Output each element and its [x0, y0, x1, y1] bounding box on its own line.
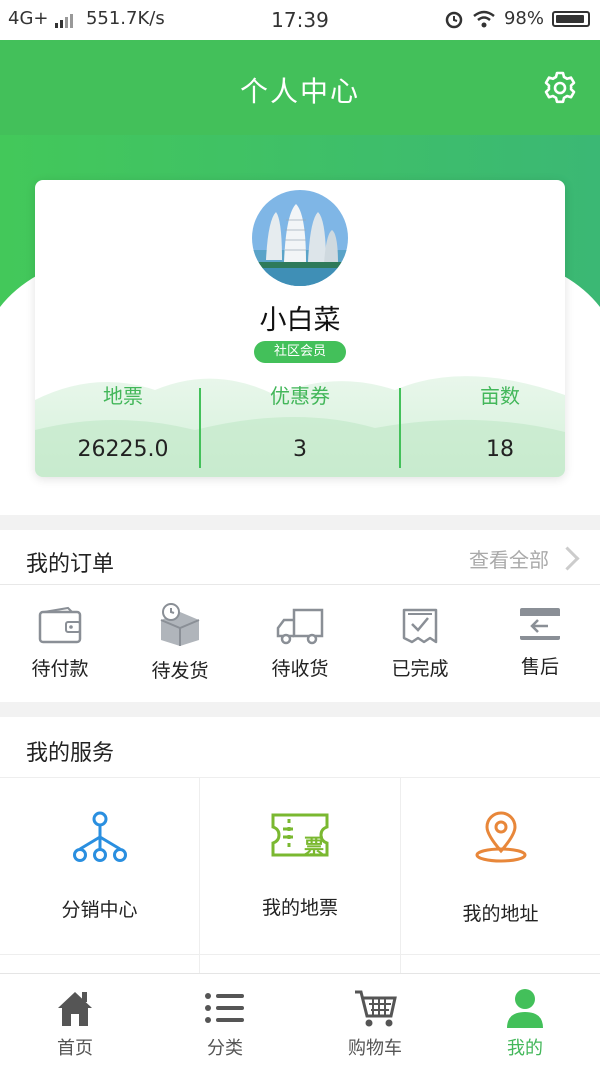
view-all-orders[interactable]: 查看全部: [469, 544, 580, 573]
orders-section: 我的订单 查看全部 待付款 待发货 待收货 已完成 售后: [0, 530, 600, 702]
truck-icon: [276, 608, 324, 645]
divider: [199, 388, 201, 468]
service-distribution[interactable]: 分销中心: [0, 809, 199, 922]
service-label: 分销中心: [61, 899, 138, 921]
ticket-icon-text: 票: [304, 834, 324, 858]
tab-label: 购物车: [348, 1038, 402, 1059]
battery-percent: 98%: [503, 8, 544, 29]
wallet-icon: [38, 606, 82, 644]
gear-icon[interactable]: [542, 70, 578, 106]
order-label: 已完成: [391, 658, 449, 680]
order-label: 待收货: [271, 658, 329, 680]
home-icon: [58, 992, 92, 1026]
order-after-sales[interactable]: 售后: [480, 606, 600, 679]
service-label: 我的地票: [261, 897, 338, 919]
package-clock-icon: [160, 603, 200, 646]
tab-label: 首页: [57, 1038, 93, 1059]
stat-value: 26225.0: [77, 437, 169, 462]
divider: [0, 954, 600, 955]
member-badge: 社区会员: [254, 341, 346, 363]
divider: [0, 777, 600, 778]
stat-label: 地票: [103, 384, 143, 408]
tab-home[interactable]: 首页: [0, 988, 150, 1060]
service-label: 我的地址: [462, 903, 539, 925]
services-section: 我的服务 分销中心 票 我的地票 我的地址: [0, 717, 600, 973]
card-return-icon: [520, 608, 560, 640]
stat-acreage[interactable]: 亩数 18: [412, 380, 565, 462]
order-pending-payment[interactable]: 待付款: [0, 606, 120, 681]
stat-value: 3: [293, 437, 307, 462]
tab-label: 分类: [207, 1038, 243, 1059]
profile-card: 小白菜 社区会员 地票 26225.0 优惠券 3 亩数 18: [35, 180, 565, 477]
services-title: 我的服务: [26, 741, 115, 766]
username: 小白菜: [259, 305, 341, 336]
order-pending-shipment[interactable]: 待发货: [120, 602, 240, 683]
stat-label: 亩数: [480, 384, 520, 408]
avatar[interactable]: [252, 190, 348, 286]
view-all-label: 查看全部: [469, 548, 549, 572]
chevron-right-icon: [555, 546, 580, 571]
list-icon: [205, 993, 244, 1023]
order-label: 待发货: [151, 660, 209, 682]
receipt-check-icon: [402, 608, 438, 644]
tab-cart[interactable]: 购物车: [300, 988, 450, 1060]
network-icon: [72, 811, 127, 862]
tab-mine[interactable]: 我的: [450, 988, 600, 1060]
status-right: 98%: [444, 8, 590, 29]
stat-value: 18: [486, 437, 514, 462]
cart-icon: [355, 990, 397, 1027]
divider: [399, 388, 401, 468]
divider: [0, 584, 600, 585]
order-pending-receipt[interactable]: 待收货: [240, 606, 360, 681]
user-icon: [507, 989, 543, 1028]
stat-land-ticket[interactable]: 地票 26225.0: [35, 380, 211, 462]
order-label: 待付款: [31, 658, 89, 680]
orders-title: 我的订单: [26, 552, 115, 577]
order-label: 售后: [520, 656, 559, 678]
location-pin-icon: [475, 811, 526, 863]
stat-coupons[interactable]: 优惠券 3: [212, 380, 388, 462]
alarm-icon: [445, 11, 463, 28]
tab-bar: 首页 分类 购物车 我的: [0, 973, 600, 1068]
page-title: 个人中心: [239, 75, 360, 108]
order-completed[interactable]: 已完成: [360, 606, 480, 681]
header: 个人中心: [0, 40, 600, 135]
battery-icon: [552, 10, 590, 27]
service-address[interactable]: 我的地址: [401, 809, 600, 926]
stat-label: 优惠券: [270, 384, 330, 408]
status-bar: 4G+ 551.7K/s 17:39 98%: [0, 0, 600, 40]
tab-category[interactable]: 分类: [150, 988, 300, 1060]
wifi-icon: [473, 10, 495, 27]
tab-label: 我的: [507, 1038, 543, 1059]
service-land-ticket[interactable]: 票 我的地票: [200, 809, 400, 920]
